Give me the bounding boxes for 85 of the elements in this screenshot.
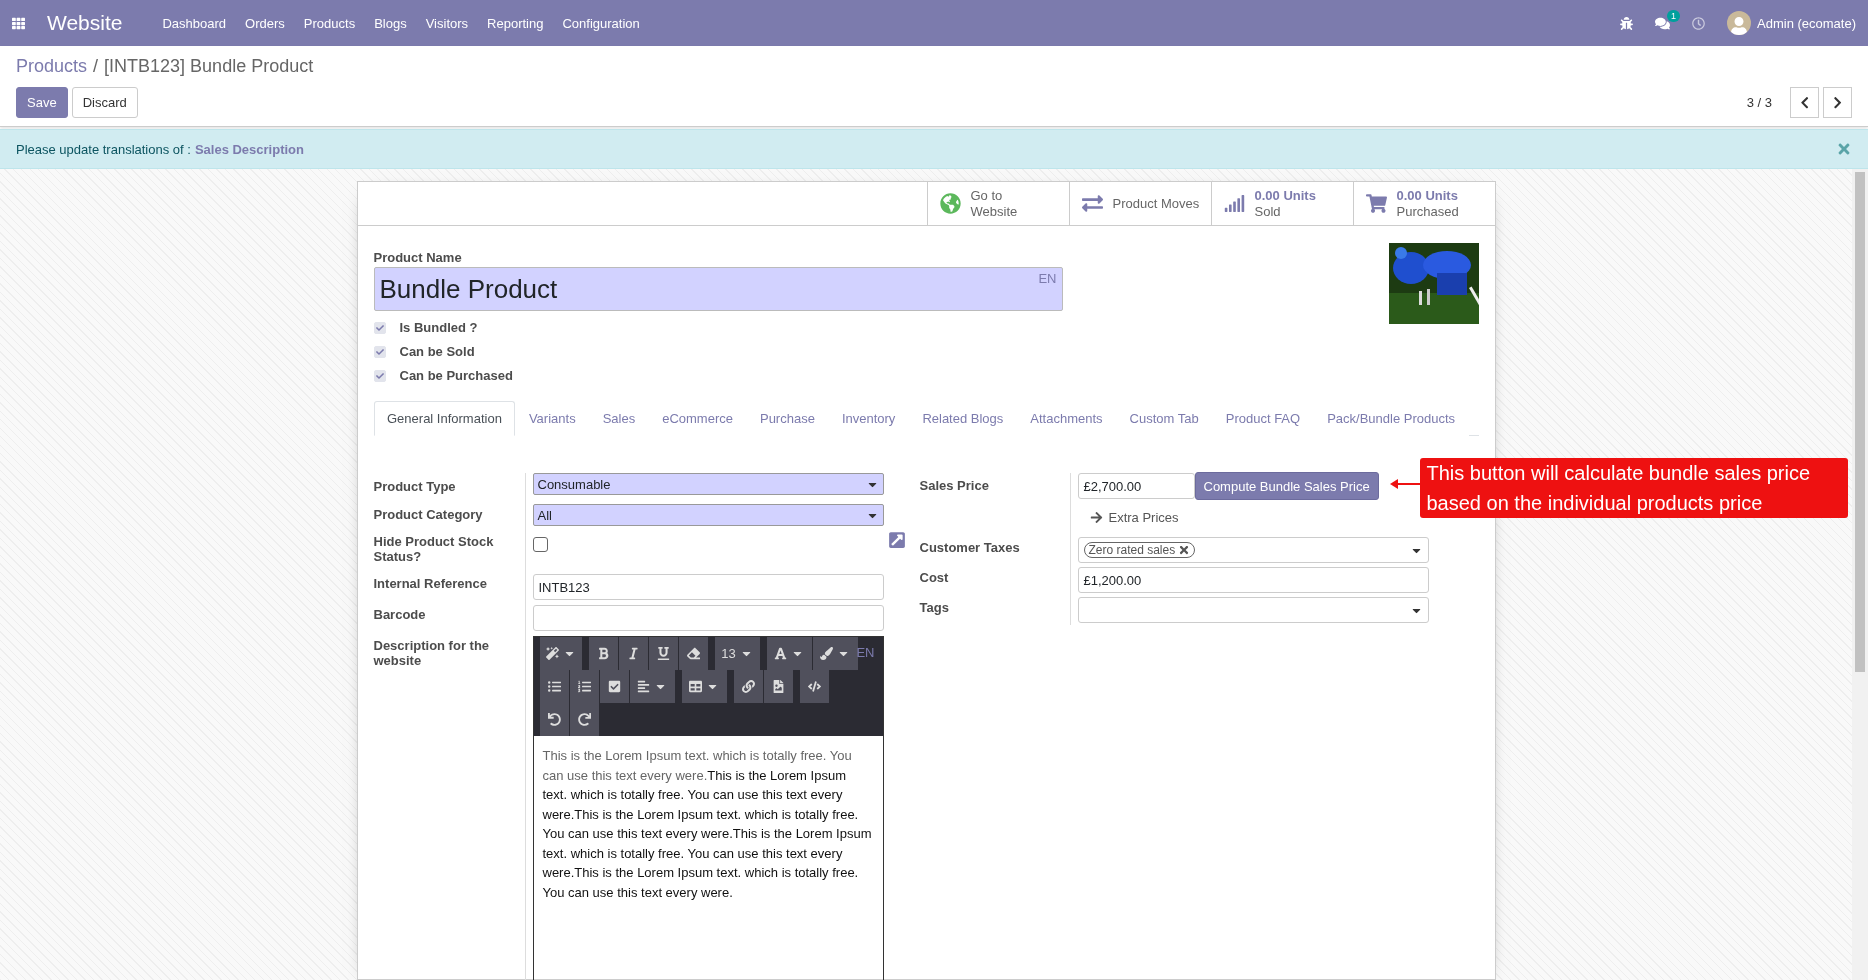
field-label: Internal Reference: [373, 576, 488, 591]
pager-counter: 3 / 3: [1746, 95, 1772, 110]
breadcrumb-link[interactable]: Products: [16, 56, 88, 77]
next-button[interactable]: [1823, 87, 1852, 118]
extra-prices-link[interactable]: Extra Prices: [1089, 510, 1179, 525]
cart-icon: [1365, 193, 1387, 214]
arrow-icon: [1089, 511, 1103, 524]
field-label: Tags: [919, 600, 950, 615]
redo-icon[interactable]: [569, 703, 600, 736]
count-badge: 1: [1667, 9, 1680, 22]
select-field[interactable]: All: [532, 504, 884, 526]
menu-item[interactable]: Orders: [245, 15, 285, 31]
brush-icon[interactable]: [812, 637, 859, 670]
checkbox-label: Is Bundled ?: [399, 320, 478, 335]
smart-button[interactable]: Product Moves: [1068, 182, 1211, 225]
code-icon[interactable]: [799, 670, 830, 703]
eraser-icon[interactable]: [678, 637, 709, 670]
menu-item[interactable]: Dashboard: [162, 15, 227, 31]
breadcrumb-separator: /: [93, 56, 99, 77]
input-field[interactable]: £1,200.00: [1077, 567, 1429, 593]
breadcrumb-current: [INTB123] Bundle Product: [104, 56, 314, 77]
avatar: [1727, 11, 1751, 35]
menu-item[interactable]: Visitors: [425, 15, 469, 31]
field-label: Description for the website: [373, 638, 491, 668]
checkbox-label: Can be Purchased: [399, 368, 513, 383]
link-icon[interactable]: [733, 670, 764, 703]
scrollbar[interactable]: [1852, 169, 1868, 980]
compute-button[interactable]: Compute Bundle Sales Price: [1194, 472, 1379, 500]
smart-button[interactable]: Go to Website: [926, 182, 1069, 225]
undo-icon[interactable]: [539, 703, 570, 736]
input-field[interactable]: £2,700.00: [1077, 473, 1195, 499]
description-text: This is the Lorem Ipsum text. which is totally free. You can use this text every were.This is the Lorem Ipsum text. which is totally free. You can use this text every were.This is the Lorem Ipsum text. which is totally free. You can use this text every were.This is the Lorem Ipsum text. which is totally free. You can use this text every were.This is the Lorem Ipsum text. which is totally free. You can use this text every were.: [541, 747, 873, 902]
smart-button[interactable]: 0.00 Units Sold: [1210, 182, 1353, 225]
smart-button[interactable]: 0.00 Units Purchased: [1352, 182, 1495, 225]
menu-item[interactable]: Blogs: [374, 15, 407, 31]
alert-link[interactable]: Sales Description: [194, 141, 304, 157]
save-button[interactable]: Save: [16, 87, 68, 118]
field-label: Hide Product Stock Status?: [373, 534, 495, 564]
apps-menu-icon[interactable]: [12, 16, 25, 30]
arrows-icon: [1081, 193, 1103, 214]
editor-field[interactable]: [532, 636, 884, 980]
input-field[interactable]: INTB123: [532, 574, 884, 600]
user-menu[interactable]: Admin (ecomate): [1727, 11, 1856, 35]
annotation-arrow: [1389, 478, 1422, 490]
font-size-dropdown[interactable]: 13: [714, 637, 761, 670]
menu-item[interactable]: Configuration: [562, 15, 640, 31]
magic-icon[interactable]: [539, 637, 583, 670]
chat-icon[interactable]: [1655, 15, 1670, 31]
field-label: Product Type: [373, 479, 457, 494]
underline-icon[interactable]: [648, 637, 679, 670]
external-link-icon[interactable]: [887, 531, 906, 549]
field-label: Product Name: [373, 250, 463, 265]
signal-icon: [1223, 193, 1245, 214]
language-label[interactable]: EN: [1038, 271, 1057, 286]
tab[interactable]: General Information: [373, 401, 516, 436]
app-name: Website: [47, 11, 123, 35]
product-name-field[interactable]: Bundle Product EN: [373, 267, 1063, 311]
tags-field[interactable]: [1077, 597, 1429, 623]
bold-icon[interactable]: [588, 637, 619, 670]
bug-icon[interactable]: [1620, 16, 1633, 30]
annotation-callout: This button will calculate bundle sales price based on the individual products price: [1419, 458, 1848, 518]
align-icon[interactable]: [629, 670, 676, 703]
font-color-icon[interactable]: [766, 637, 813, 670]
field-label: Cost: [919, 570, 950, 585]
select-field[interactable]: Consumable: [532, 473, 884, 495]
checklist-icon[interactable]: [599, 670, 630, 703]
globe-icon: [939, 193, 961, 214]
input-field[interactable]: [532, 605, 884, 631]
italic-icon[interactable]: [618, 637, 649, 670]
field-label: Customer Taxes: [919, 540, 1021, 555]
table-icon[interactable]: [681, 670, 728, 703]
language-label[interactable]: EN: [856, 645, 875, 660]
field-label: Barcode: [373, 607, 427, 622]
field-label: Sales Price: [919, 478, 990, 493]
previous-button[interactable]: [1790, 87, 1819, 118]
checkbox-label: Can be Sold: [399, 344, 475, 359]
checkbox[interactable]: [532, 537, 548, 552]
discard-button[interactable]: Discard: [71, 87, 138, 118]
menu-item[interactable]: Products: [303, 15, 356, 31]
alert-text: Please update translations of :: [16, 141, 191, 157]
field-label: Product Category: [373, 507, 484, 522]
remove-icon[interactable]: [1178, 544, 1191, 556]
menu-item[interactable]: Reporting: [487, 15, 544, 31]
tags-field[interactable]: Zero rated sales: [1077, 537, 1429, 563]
image-icon[interactable]: [763, 670, 794, 703]
